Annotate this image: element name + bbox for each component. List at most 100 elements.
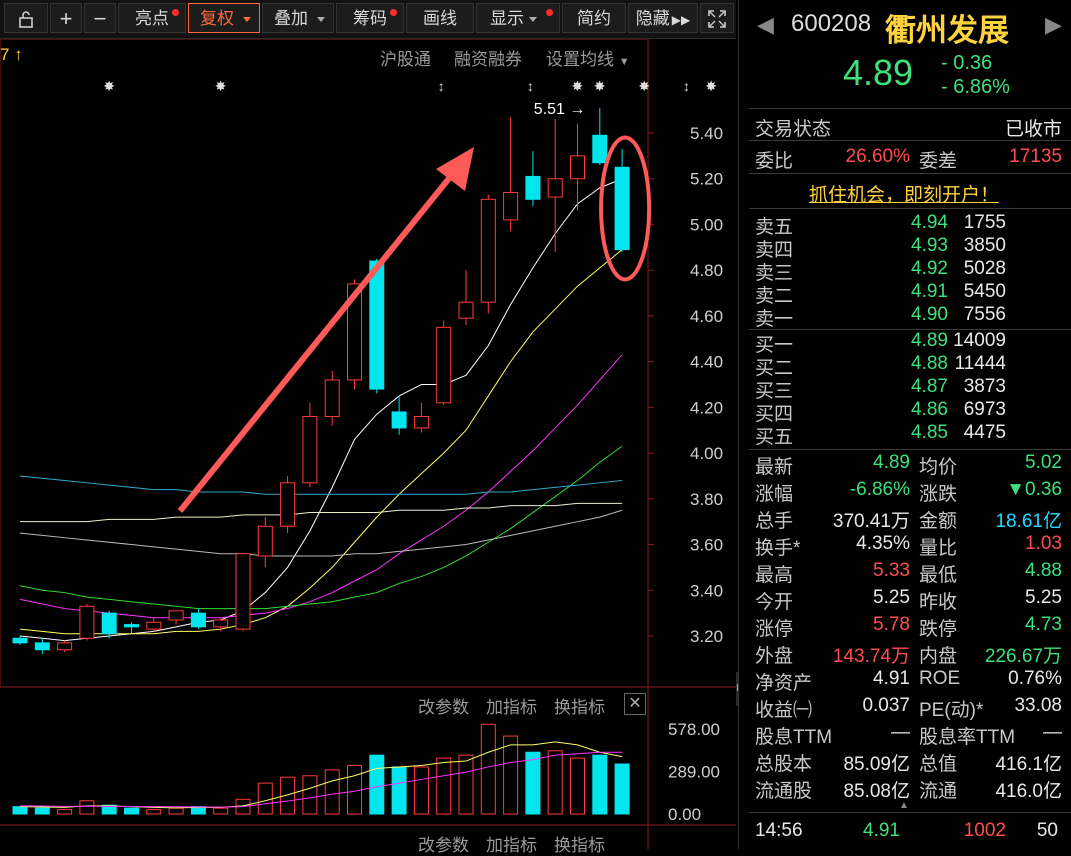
quote-row: 涨幅 -6.86% 涨跌 ▼0.36: [739, 479, 1071, 505]
volume-bar: [213, 807, 229, 815]
bid-level-1[interactable]: 买一 4.89 14009: [739, 330, 1071, 356]
candle-up: [57, 642, 73, 651]
candle-down: [592, 134, 608, 164]
candle-up: [503, 191, 519, 221]
add-indicator-link[interactable]: 加指标: [486, 693, 537, 718]
ask-level-4[interactable]: 卖二 4.91 5450: [739, 281, 1071, 307]
candle-up: [570, 155, 585, 180]
event-marker-icon: ✸: [638, 78, 650, 94]
change-params-link[interactable]: 改参数: [418, 693, 469, 718]
quote-value: 416.1亿: [995, 754, 1062, 775]
moving-average-ma120: [20, 502, 623, 523]
quote-value: —: [1043, 722, 1062, 743]
level-volume: 1755: [963, 212, 1006, 233]
switch-indicator-link-2[interactable]: 换指标: [554, 831, 605, 856]
price-tick-label: 4.60: [690, 307, 723, 326]
restore-rights-button[interactable]: 复权: [188, 3, 260, 33]
quote-value: 226.67万: [984, 646, 1062, 667]
kline-chart[interactable]: 5.40 5.20 5.00 4.80 4.60 4.40 4.20 4.00 3.80 3.60…: [0, 39, 736, 849]
quote-label: PE(动)*: [919, 700, 984, 721]
volume-bar: [413, 766, 429, 815]
trade-status-value: 已收市: [1004, 119, 1062, 140]
candle-up: [480, 198, 496, 303]
quote-label: 最高: [755, 565, 794, 586]
simple-button[interactable]: 简约: [562, 3, 626, 33]
prev-stock-button[interactable]: ◀: [757, 12, 774, 38]
quote-label: 内盘: [919, 646, 958, 667]
highlight-label: 亮点: [135, 9, 169, 28]
event-marker-icon: ↕: [527, 78, 534, 94]
overlay-button[interactable]: 叠加: [262, 3, 334, 33]
level-price: 4.88: [911, 353, 948, 374]
candle-up: [146, 621, 162, 630]
volume-bar: [146, 809, 162, 815]
quote-label: ROE: [919, 668, 961, 689]
volume-bar: [525, 751, 541, 815]
highlight-button[interactable]: 亮点: [118, 3, 186, 33]
quote-label: 涨停: [755, 619, 794, 640]
level-volume: 7556: [963, 304, 1006, 325]
add-indicator-link-2[interactable]: 加指标: [486, 831, 537, 856]
candle-up: [235, 553, 251, 630]
candle-up: [280, 482, 296, 527]
kline-chart-area[interactable]: 5.40 5.20 5.00 4.80 4.60 4.40 4.20 4.00 3.80 3.60…: [0, 39, 736, 855]
quote-value: 5.02: [1025, 452, 1062, 473]
fullscreen-icon: [708, 10, 726, 28]
candle-up: [302, 416, 318, 484]
quote-label: 涨跌: [919, 484, 958, 505]
volume-bar: [503, 735, 519, 815]
quote-label: 跌停: [919, 619, 958, 640]
double-chevron-right-icon: ▶▶: [671, 13, 691, 27]
quote-row: 外盘 143.74万 内盘 226.67万: [739, 641, 1071, 667]
quote-value: 0.76%: [1008, 668, 1062, 689]
level-price: 4.91: [911, 281, 948, 302]
zoom-in-button[interactable]: +: [50, 3, 82, 33]
lock-button[interactable]: [4, 3, 48, 33]
quote-row: 最新 4.89 均价 5.02: [739, 452, 1071, 478]
volume-bar: [34, 807, 50, 815]
set-ma-link[interactable]: 设置均线 ▼: [546, 45, 630, 70]
hide-button[interactable]: 隐藏 ▶▶: [628, 3, 698, 33]
margin-trading-link[interactable]: 融资融券: [454, 45, 522, 70]
volume-bar: [369, 754, 385, 815]
level-label: 卖一: [755, 309, 794, 330]
hide-label: 隐藏: [635, 9, 670, 28]
display-button[interactable]: 显示: [476, 3, 560, 33]
quote-value: 4.88: [1025, 560, 1062, 581]
price-tick-label: 4.20: [690, 398, 723, 417]
expand-up-icon[interactable]: ▲: [899, 800, 909, 811]
plus-icon: +: [59, 6, 73, 31]
volume-bar: [592, 754, 608, 815]
bid-level-4[interactable]: 买四 4.86 6973: [739, 399, 1071, 425]
chips-button[interactable]: 筹码: [336, 3, 404, 33]
moving-average-ma10: [19, 249, 623, 635]
bid-level-3[interactable]: 买三 4.87 3873: [739, 376, 1071, 402]
change-params-link-2[interactable]: 改参数: [418, 831, 469, 856]
price-change: - 0.36: [941, 52, 993, 74]
draw-line-button[interactable]: 画线: [406, 3, 474, 33]
zoom-out-button[interactable]: −: [84, 3, 116, 33]
sh-hk-connect-link[interactable]: 沪股通: [380, 45, 431, 70]
ask-level-2[interactable]: 卖四 4.93 3850: [739, 235, 1071, 261]
ask-level-1[interactable]: 卖五 4.94 1755: [739, 212, 1071, 238]
chevron-down-icon: [243, 17, 251, 22]
ask-level-3[interactable]: 卖三 4.92 5028: [739, 258, 1071, 284]
quote-label: 总值: [919, 754, 958, 775]
switch-indicator-link[interactable]: 换指标: [554, 693, 605, 718]
close-indicator-button[interactable]: ✕: [624, 693, 646, 715]
quote-value: -6.86%: [849, 479, 910, 500]
commission-row: 委比 26.60% 委差 17135: [739, 146, 1071, 172]
level-volume: 3873: [963, 376, 1006, 397]
bid-level-2[interactable]: 买二 4.88 11444: [739, 353, 1071, 379]
candle-up: [324, 379, 340, 418]
volume-bar: [570, 757, 585, 815]
quote-row: 净资产 4.91 ROE 0.76%: [739, 668, 1071, 694]
volume-bar: [257, 782, 273, 815]
next-stock-button[interactable]: ▶: [1045, 12, 1062, 38]
candle-down: [124, 624, 139, 628]
bid-level-5[interactable]: 买五 4.85 4475: [739, 422, 1071, 448]
volume-bar: [79, 800, 95, 815]
fullscreen-button[interactable]: [700, 3, 734, 33]
ask-level-5[interactable]: 卖一 4.90 7556: [739, 304, 1071, 330]
open-account-promo-link[interactable]: 抓住机会，即刻开户！: [809, 180, 999, 207]
